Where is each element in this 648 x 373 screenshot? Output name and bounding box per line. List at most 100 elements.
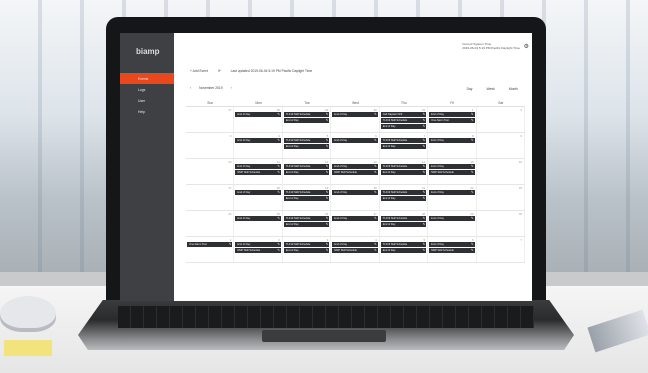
calendar-day[interactable]: 5TLF19 Skill ScheduleEnd of Day — [380, 237, 429, 262]
calendar-day[interactable]: 10 — [186, 159, 235, 184]
event-chip[interactable]: TLF19 Skill Schedule — [380, 190, 427, 195]
calendar-day[interactable]: 25 End of Day — [234, 211, 283, 236]
event-chip[interactable]: NMP Skill Schedule — [332, 170, 378, 175]
view-month[interactable]: Month — [509, 87, 518, 91]
sidebar-item-logs[interactable]: Logs — [120, 84, 174, 95]
event-chip[interactable]: End of Day — [429, 164, 475, 169]
event-chip[interactable]: One Alarm Test — [429, 118, 475, 123]
event-chip[interactable]: End of Day — [380, 222, 427, 227]
event-chip[interactable]: End of Day — [235, 112, 281, 117]
calendar-day[interactable]: 29 End of Day — [428, 211, 477, 236]
calendar-day[interactable]: 17 — [186, 185, 235, 210]
event-chip[interactable]: End of Day — [283, 144, 330, 149]
calendar-day[interactable]: 27 End of Day — [331, 211, 380, 236]
calendar-day[interactable]: 26TLF19 Skill ScheduleEnd of Day — [283, 211, 332, 236]
event-chip[interactable]: End of Day — [429, 190, 475, 195]
event-chip[interactable]: End of Day — [380, 248, 427, 253]
event-chip[interactable]: TLF19 Skill Schedule — [380, 118, 427, 123]
calendar-day[interactable]: 31Call Napster DrillTLF19 Skill Schedule… — [380, 107, 429, 132]
calendar-day[interactable]: 11End of DayNMP Skill Schedule — [234, 159, 283, 184]
calendar-day[interactable]: 4 End of Day — [234, 133, 283, 158]
prev-month-chevron-icon[interactable]: ‹ — [190, 86, 191, 90]
event-chip[interactable]: TLF19 Skill Schedule — [380, 216, 427, 221]
view-week[interactable]: Week — [486, 87, 494, 91]
settings-gear-icon[interactable]: ⚙ — [524, 43, 529, 50]
event-chip[interactable]: End of Day — [332, 216, 378, 221]
calendar-day[interactable]: 2End of DayNMP Skill Schedule — [234, 237, 283, 262]
add-event-button[interactable]: + Add Event — [190, 69, 208, 73]
event-chip[interactable]: End of Day — [283, 248, 330, 253]
calendar-day[interactable]: 21TLF19 Skill ScheduleEnd of Day — [380, 185, 429, 210]
event-chip[interactable]: End of Day — [283, 196, 330, 201]
event-chip[interactable]: End of Day — [380, 124, 427, 129]
calendar-day[interactable]: 5TLF19 Skill ScheduleEnd of Day — [283, 133, 332, 158]
event-chip[interactable]: NMP Skill Schedule — [235, 170, 281, 175]
event-chip[interactable]: TLF19 Skill Schedule — [380, 164, 427, 169]
calendar-day[interactable]: 12TLF19 Skill ScheduleEnd of Day — [283, 159, 332, 184]
event-chip[interactable]: NMP Skill Schedule — [332, 248, 378, 253]
calendar-day[interactable]: 1End of DayOne Alarm Test — [428, 107, 477, 132]
event-chip[interactable]: End of Day — [380, 170, 427, 175]
calendar-day[interactable]: 4End of DayNMP Skill Schedule — [331, 237, 380, 262]
sidebar-item-user[interactable]: User — [120, 95, 174, 106]
calendar-day[interactable]: 7TLF19 Skill ScheduleEnd of Day — [380, 133, 429, 158]
event-chip[interactable]: Call Napster Drill — [380, 112, 427, 117]
event-chip[interactable]: NMP Skill Schedule — [235, 248, 281, 253]
calendar-day[interactable]: 18 End of Day — [234, 185, 283, 210]
event-chip[interactable]: End of Day — [235, 164, 281, 169]
calendar-day[interactable]: 3TLF19 Skill ScheduleEnd of Day — [283, 237, 332, 262]
event-chip[interactable]: One Alarm Test — [187, 242, 233, 247]
calendar-day[interactable]: 7 — [477, 237, 525, 262]
event-chip[interactable]: End of Day — [332, 164, 378, 169]
event-chip[interactable]: TLF19 Skill Schedule — [283, 164, 330, 169]
calendar-day[interactable]: 24 — [186, 211, 235, 236]
event-chip[interactable]: End of Day — [235, 216, 281, 221]
event-chip[interactable]: End of Day — [332, 242, 378, 247]
calendar-day[interactable]: 30 End of Day — [331, 107, 380, 132]
view-day[interactable]: Day — [467, 87, 473, 91]
event-chip[interactable]: End of Day — [235, 138, 281, 143]
sidebar-item-help[interactable]: Help — [120, 106, 174, 117]
calendar-day[interactable]: 23 — [477, 185, 525, 210]
event-chip[interactable]: TLF19 Skill Schedule — [380, 138, 427, 143]
calendar-day[interactable]: 28 End of Day — [234, 107, 283, 132]
event-chip[interactable]: TLF19 Skill Schedule — [283, 190, 330, 195]
event-chip[interactable]: TLF19 Skill Schedule — [283, 242, 330, 247]
calendar-day[interactable]: 20 End of Day — [331, 185, 380, 210]
event-chip[interactable]: TLF19 Skill Schedule — [283, 216, 330, 221]
calendar-day[interactable]: 6End of DayNMP Skill Schedule — [428, 237, 477, 262]
event-chip[interactable]: End of Day — [332, 138, 378, 143]
calendar-day[interactable]: 9 — [477, 133, 525, 158]
calendar-day[interactable]: 2 — [477, 107, 525, 132]
calendar-day[interactable]: 8 End of Day — [428, 133, 477, 158]
calendar-day[interactable]: 19TLF19 Skill ScheduleEnd of Day — [283, 185, 332, 210]
calendar-day[interactable]: 30 — [477, 211, 525, 236]
event-chip[interactable]: End of Day — [429, 216, 475, 221]
event-chip[interactable]: TLF19 Skill Schedule — [380, 242, 427, 247]
event-chip[interactable]: TLF19 Skill Schedule — [283, 138, 330, 143]
event-chip[interactable]: End of Day — [283, 222, 330, 227]
event-chip[interactable]: End of Day — [429, 242, 475, 247]
calendar-day[interactable]: 29TLF19 Skill ScheduleEnd of Day — [283, 107, 332, 132]
calendar-day[interactable]: 6 End of Day — [331, 133, 380, 158]
refresh-icon[interactable]: ⟳ — [218, 69, 221, 73]
event-chip[interactable]: End of Day — [235, 242, 281, 247]
calendar-day[interactable]: 28TLF19 Skill ScheduleEnd of Day — [380, 211, 429, 236]
event-chip[interactable]: End of Day — [283, 170, 330, 175]
calendar-day[interactable]: 1 One Alarm Test — [186, 237, 235, 262]
event-chip[interactable]: End of Day — [332, 190, 378, 195]
event-chip[interactable]: End of Day — [380, 144, 427, 149]
next-month-chevron-icon[interactable]: › — [231, 86, 232, 90]
calendar-day[interactable]: 16 — [477, 159, 525, 184]
event-chip[interactable]: End of Day — [235, 190, 281, 195]
calendar-day[interactable]: 27 — [186, 107, 235, 132]
event-chip[interactable]: End of Day — [429, 138, 475, 143]
event-chip[interactable]: End of Day — [429, 112, 475, 117]
event-chip[interactable]: End of Day — [283, 118, 330, 123]
event-chip[interactable]: TLF19 Skill Schedule — [283, 112, 330, 117]
calendar-day[interactable]: 13End of DayNMP Skill Schedule — [331, 159, 380, 184]
calendar-day[interactable]: 14TLF19 Skill ScheduleEnd of Day — [380, 159, 429, 184]
event-chip[interactable]: NMP Skill Schedule — [429, 170, 475, 175]
event-chip[interactable]: NMP Skill Schedule — [429, 248, 475, 253]
event-chip[interactable]: End of Day — [332, 112, 378, 117]
